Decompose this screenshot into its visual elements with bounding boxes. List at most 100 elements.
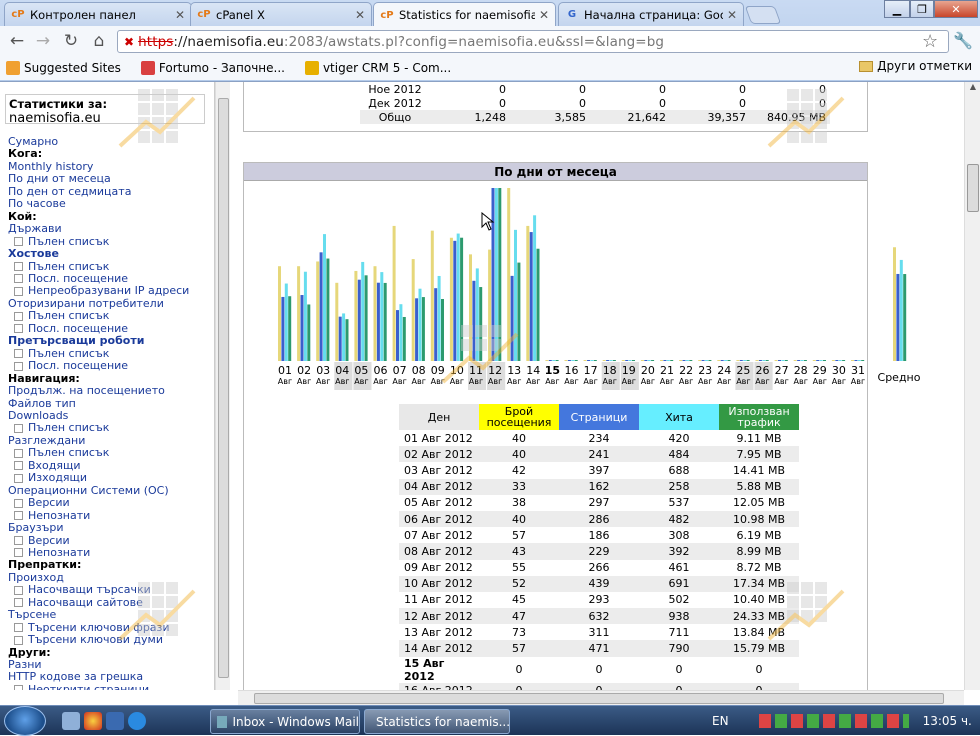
value-cell: 43 [479,543,559,560]
show-desktop-icon[interactable] [62,712,80,730]
bookmark-suggested-sites[interactable]: Suggested Sites [0,61,121,75]
mail-icon [217,715,228,728]
menu-link[interactable]: Изходящи [8,471,213,484]
new-tab-button[interactable] [744,6,782,24]
value-cell: 0 [755,663,763,677]
close-icon[interactable]: ✕ [539,8,549,22]
bar-19-s2 [628,360,632,361]
menu-link[interactable]: Претърсващи роботи [8,334,213,347]
language-indicator[interactable]: EN [712,714,729,728]
value-cell: 57 [512,528,526,542]
forward-button[interactable]: → [32,30,54,52]
value-cell: 258 [639,478,719,495]
bar-06-s0 [373,266,377,361]
scroll-up-arrow-icon[interactable]: ▲ [965,82,980,96]
tick-label: 21 [660,364,674,377]
reload-button[interactable]: ↻ [60,30,82,52]
tab-control-panel[interactable]: cP Контролен панел ✕ [4,2,192,26]
bar-20-s0 [640,360,644,361]
value-cell: 0 [659,82,666,96]
clock[interactable]: 13:05 ч. [923,714,972,728]
menu-link[interactable]: Посл. посещение [8,359,213,372]
tick-sublabel: Авг [392,377,406,386]
value-cell: 711 [668,625,690,639]
tray-icons[interactable] [758,714,909,728]
close-icon[interactable]: ✕ [727,8,737,22]
menu-link[interactable]: Държави [8,222,213,235]
bar-24-s1 [720,360,724,361]
table-row: 14 Авг 2012 57 471 790 15.79 MB [399,640,799,657]
close-icon[interactable]: ✕ [355,8,365,22]
value-cell: 3,585 [510,110,590,124]
close-icon[interactable]: ✕ [175,8,185,22]
value-cell: 0 [719,682,799,690]
tick-sublabel: Авг [794,377,808,386]
menu-link[interactable]: Браузъри [8,521,213,534]
table-row: 09 Авг 2012 55 266 461 8.72 MB [399,560,799,576]
awstats-logo-watermark [767,89,845,148]
value-cell: 42 [512,463,526,477]
value-cell: 0 [515,663,523,677]
maximize-button[interactable]: ❐ [910,0,934,18]
bar-14-s2 [533,215,537,361]
bar-29-s2 [819,360,823,361]
minimize-button[interactable]: ▁ [884,0,910,18]
scroll-thumb[interactable] [967,164,979,212]
day-cell: 10 Авг 2012 [399,575,479,592]
bar-27-s3 [784,360,788,361]
tick-label: 25 [736,364,750,377]
right-scrollbar[interactable]: ▲ [964,82,980,690]
bar-28-s0 [793,360,797,361]
explorer-icon[interactable] [106,712,124,730]
left-scrollbar[interactable] [215,82,230,690]
home-icon: ⌂ [93,31,105,51]
address-bar[interactable]: ✖ https://naemisofia.eu:2083/awstats.pl?… [117,30,949,53]
value-cell: 186 [588,528,610,542]
horizontal-scrollbar[interactable] [238,690,964,705]
menu-link[interactable]: Пълен списък [8,309,213,322]
menu-link[interactable]: Неоткрити страници [8,683,213,690]
menu-link[interactable]: По часове [8,197,213,210]
start-button[interactable] [4,706,46,736]
tab-statistics[interactable]: cP Statistics for naemisofia.eu ✕ [373,2,556,27]
bookmark-vtiger[interactable]: vtiger CRM 5 - Com... [299,61,451,75]
ie-icon[interactable] [128,712,146,730]
bar-17-s3 [593,360,597,361]
back-button[interactable]: ← [6,30,28,52]
menu-link[interactable]: По дни от месеца [8,172,213,185]
folder-icon [859,60,874,72]
bar-average-s3 [903,274,907,361]
value-cell: 0 [579,96,586,110]
tab-google[interactable]: G Начална страница: Googl ✕ [558,2,744,26]
ie-suggested-icon [6,61,20,75]
menu-link[interactable]: Продълж. на посещението [8,384,213,397]
bookmark-fortumo[interactable]: Fortumo - Започне... [135,61,285,75]
tick-sublabel: Авг [526,377,540,386]
bar-03-s1 [319,252,323,361]
tab-cpanel-x[interactable]: cP cPanel X ✕ [190,2,372,26]
scroll-thumb[interactable] [218,98,229,678]
scroll-thumb[interactable] [254,693,944,704]
table-header: Хита [639,404,719,430]
tick-sublabel: Авг [297,377,311,386]
bookmark-star-icon[interactable]: ☆ [922,31,938,52]
home-button[interactable]: ⌂ [88,30,110,52]
value-cell: 6.19 MB [736,528,782,542]
tick-sublabel: Авг [373,377,387,386]
bar-21-s3 [670,360,674,361]
bar-21-s0 [660,360,663,361]
task-chrome-statistics[interactable]: Statistics for naemis... [364,709,510,734]
other-bookmarks[interactable]: Други отметки [859,59,972,73]
value-cell: 691 [639,575,719,592]
day-cell: 07 Авг 2012 [404,528,473,542]
value-cell: 484 [639,446,719,463]
wrench-icon[interactable]: 🔧 [953,31,973,50]
menu-link[interactable]: Версии [8,496,213,509]
chrome-icon[interactable] [84,712,102,730]
menu-link[interactable]: Хостове [8,247,213,260]
menu-link[interactable]: Пълен списък [8,446,213,459]
menu-link[interactable]: Пълен списък [8,421,213,434]
task-windows-mail[interactable]: Inbox - Windows Mail [210,709,360,734]
close-window-button[interactable]: ✕ [934,0,978,18]
bar-07-s0 [392,225,396,361]
